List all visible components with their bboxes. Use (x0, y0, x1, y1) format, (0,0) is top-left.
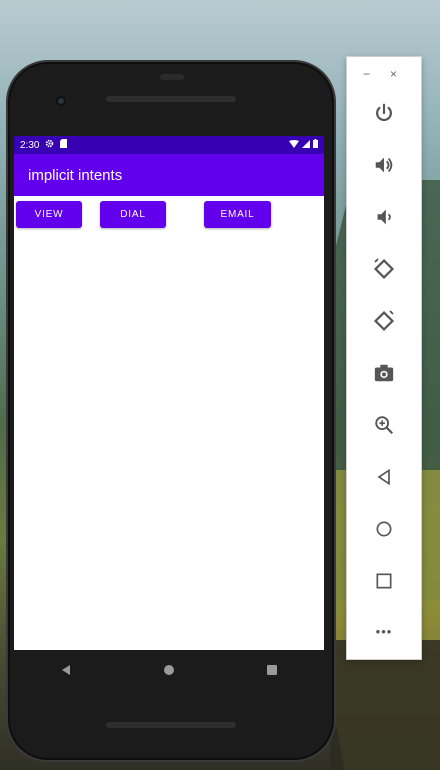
home-icon[interactable] (149, 655, 189, 685)
signal-icon (302, 139, 310, 151)
wifi-icon (289, 139, 299, 151)
minimize-button[interactable]: − (363, 67, 370, 81)
front-camera (56, 96, 66, 106)
bottom-speaker (106, 722, 236, 728)
volume-up-icon[interactable] (370, 151, 398, 179)
emulator-control-panel: − × ••• (346, 56, 422, 660)
status-time: 2:30 (20, 139, 40, 151)
volume-down-icon[interactable] (370, 203, 398, 231)
overview-icon[interactable] (370, 567, 398, 595)
zoom-icon[interactable] (370, 411, 398, 439)
rotate-left-icon[interactable] (370, 255, 398, 283)
email-button[interactable]: EMAIL (204, 201, 271, 228)
rotate-right-icon[interactable] (370, 307, 398, 335)
phone-screen: 2:30 implicit intents VIEW DIAL EMAIL (14, 136, 324, 650)
view-button[interactable]: VIEW (16, 201, 82, 228)
app-bar: implicit intents (14, 154, 324, 196)
phone-frame: 2:30 implicit intents VIEW DIAL EMAIL (6, 60, 336, 762)
camera-icon[interactable] (370, 359, 398, 387)
close-button[interactable]: × (390, 67, 397, 81)
earpiece-speaker (106, 96, 236, 102)
back-icon[interactable] (370, 463, 398, 491)
battery-icon (313, 139, 318, 151)
sdcard-icon (60, 139, 68, 151)
button-row: VIEW DIAL EMAIL (14, 196, 324, 236)
gear-icon (45, 139, 54, 151)
more-icon[interactable]: ••• (370, 617, 398, 645)
dial-button[interactable]: DIAL (100, 201, 166, 228)
more-label: ••• (375, 623, 393, 639)
phone-sensor (160, 74, 184, 80)
app-title: implicit intents (28, 166, 123, 184)
back-icon[interactable] (46, 655, 86, 685)
home-icon[interactable] (370, 515, 398, 543)
recents-icon[interactable] (252, 655, 292, 685)
status-bar: 2:30 (14, 136, 324, 154)
navigation-bar (14, 650, 324, 690)
power-icon[interactable] (370, 99, 398, 127)
